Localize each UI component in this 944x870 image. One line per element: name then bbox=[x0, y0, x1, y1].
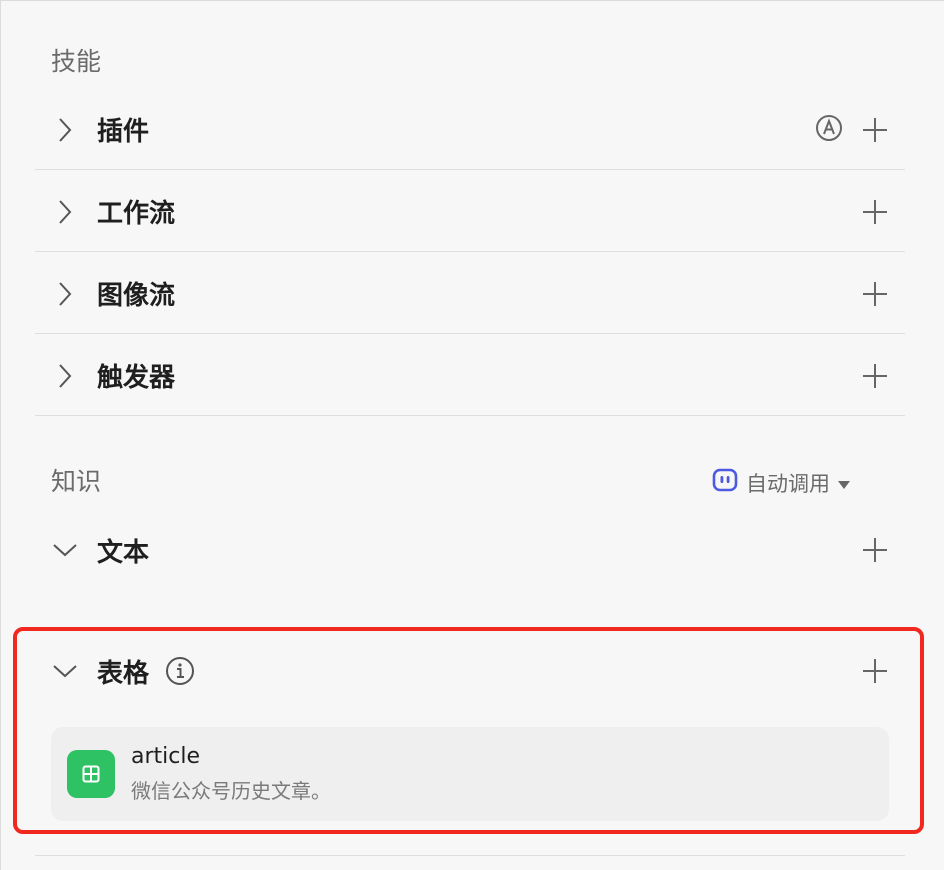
skill-row-trigger[interactable]: 触发器 bbox=[35, 336, 905, 416]
knowledge-section-title: 知识 bbox=[51, 467, 102, 496]
skill-row-imageflow[interactable]: 图像流 bbox=[35, 254, 905, 334]
section-divider bbox=[35, 855, 905, 856]
highlight-annotation-box bbox=[13, 627, 924, 834]
skill-label-trigger: 触发器 bbox=[97, 363, 176, 393]
add-text-icon[interactable] bbox=[861, 536, 889, 564]
chevron-right-icon[interactable] bbox=[51, 116, 79, 144]
knowledge-label-text: 文本 bbox=[97, 537, 150, 568]
chevron-right-icon[interactable] bbox=[51, 362, 79, 390]
add-trigger-icon[interactable] bbox=[861, 362, 889, 390]
chevron-down-icon[interactable] bbox=[51, 536, 79, 564]
skill-label-imageflow: 图像流 bbox=[97, 281, 176, 311]
auto-a-icon[interactable] bbox=[815, 114, 843, 146]
bot-config-panel: 技能 插件 工作流 图像流 触发器 知识 自动调用 文本 表格 article … bbox=[0, 0, 944, 870]
chevron-right-icon[interactable] bbox=[51, 198, 79, 226]
robot-icon bbox=[712, 467, 738, 498]
caret-down-icon bbox=[838, 471, 850, 495]
auto-invoke-label: 自动调用 bbox=[746, 471, 830, 496]
add-workflow-icon[interactable] bbox=[861, 198, 889, 226]
skill-row-plugins[interactable]: 插件 bbox=[35, 90, 905, 170]
skills-section-title: 技能 bbox=[51, 47, 102, 76]
skill-row-workflow[interactable]: 工作流 bbox=[35, 172, 905, 252]
add-imageflow-icon[interactable] bbox=[861, 280, 889, 308]
knowledge-row-text[interactable]: 文本 bbox=[35, 510, 905, 590]
add-plugin-icon[interactable] bbox=[861, 116, 889, 144]
skill-label-plugins: 插件 bbox=[97, 117, 150, 147]
auto-invoke-dropdown[interactable]: 自动调用 bbox=[712, 467, 850, 498]
skill-label-workflow: 工作流 bbox=[97, 199, 176, 229]
chevron-right-icon[interactable] bbox=[51, 280, 79, 308]
